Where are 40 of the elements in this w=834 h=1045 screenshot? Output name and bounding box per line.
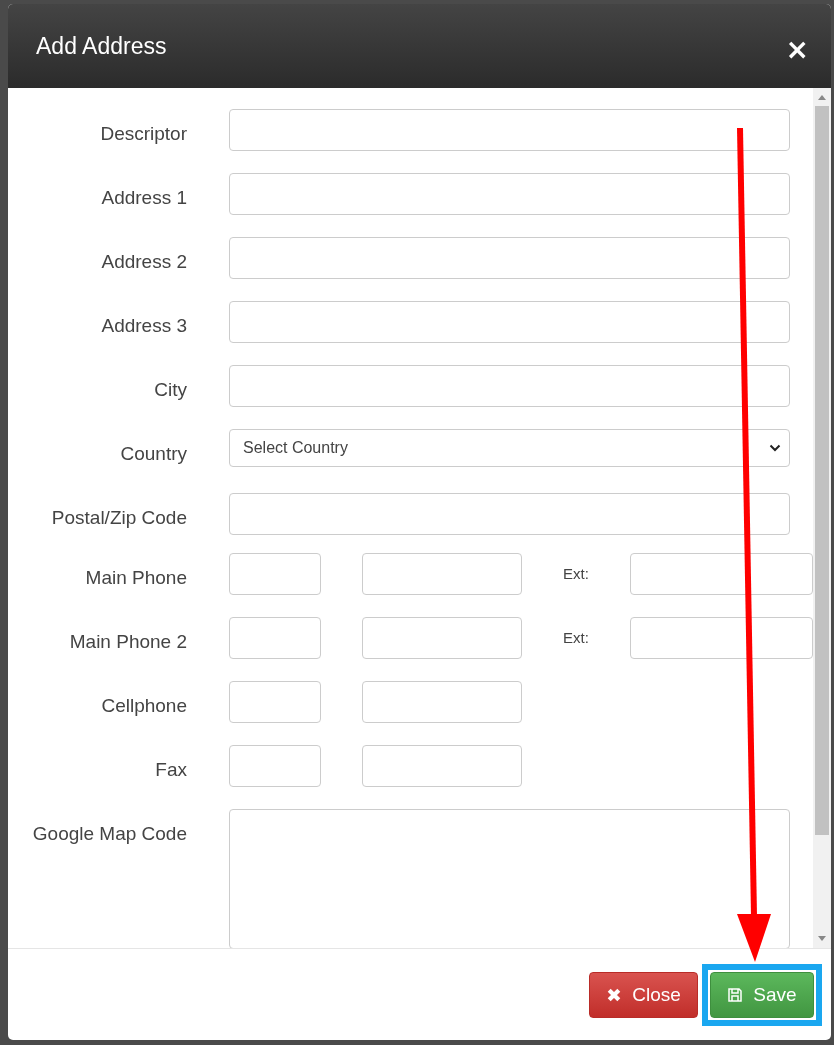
text-field[interactable] [229, 173, 790, 215]
chevron-icon [769, 444, 781, 452]
field-label: Address 3 [100, 314, 187, 338]
field-label: Main Phone [84, 566, 187, 590]
scroll-down-icon[interactable] [817, 935, 827, 943]
text-area[interactable] [229, 809, 790, 948]
phone-number-field[interactable] [362, 681, 522, 723]
phone-number-field[interactable] [362, 617, 522, 659]
field-label: Address 1 [100, 186, 187, 210]
field-label: City [153, 378, 187, 402]
close-button[interactable]: Close [589, 971, 698, 1018]
scroll-up-icon[interactable] [817, 93, 827, 101]
area-code-field[interactable] [229, 553, 321, 595]
phone-number-field[interactable] [362, 745, 522, 787]
text-field[interactable] [229, 365, 790, 407]
field-label: Cellphone [100, 694, 187, 718]
text-field[interactable] [229, 301, 790, 343]
field-label: Google Map Code [31, 822, 187, 846]
field-label: Address 2 [100, 250, 187, 274]
phone-number-field[interactable] [362, 553, 522, 595]
area-code-field[interactable] [229, 617, 321, 659]
field-label: Country [119, 442, 187, 466]
field-label: Fax [154, 758, 187, 782]
extension-field[interactable] [630, 617, 813, 659]
scroll-thumb[interactable] [815, 106, 829, 835]
text-field[interactable] [229, 237, 790, 279]
country-dropdown[interactable]: Select Country [229, 429, 790, 467]
area-code-field[interactable] [229, 681, 321, 723]
text-field[interactable] [229, 109, 790, 151]
close-icon [606, 986, 623, 1003]
field-label: Main Phone 2 [68, 630, 187, 654]
scrollbar[interactable] [813, 88, 831, 948]
field-label: Postal/Zip Code [50, 506, 187, 530]
field-label: Descriptor [99, 122, 187, 146]
text-field[interactable] [229, 493, 790, 535]
ext-label: Ext: [563, 564, 590, 584]
area-code-field[interactable] [229, 745, 321, 787]
dialog-title: Add Address [36, 32, 167, 60]
ext-label: Ext: [563, 628, 590, 648]
extension-field[interactable] [630, 553, 813, 595]
